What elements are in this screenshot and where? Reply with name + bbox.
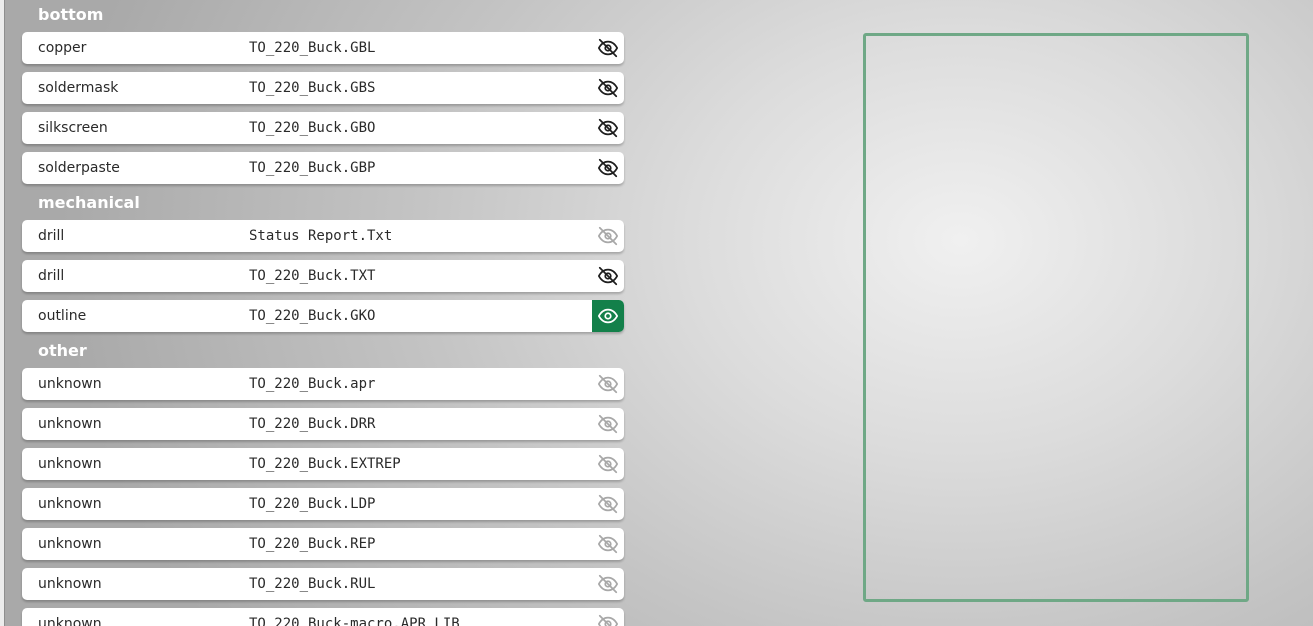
layer-row[interactable]: drill TO_220_Buck.TXT — [22, 260, 624, 292]
eye-slash-icon — [597, 413, 619, 435]
board-outline-render — [863, 33, 1249, 602]
layer-list: bottom copper TO_220_Buck.GBL soldermask… — [22, 0, 624, 626]
layer-type: copper — [38, 40, 87, 56]
layer-row[interactable]: drill Status Report.Txt — [22, 220, 624, 252]
layer-filename: TO_220_Buck.LDP — [249, 496, 376, 512]
layer-type: outline — [38, 308, 87, 324]
layer-filename: TO_220_Buck.RUL — [249, 576, 376, 592]
visibility-toggle[interactable] — [592, 72, 624, 104]
layer-type: unknown — [38, 376, 102, 392]
visibility-toggle[interactable] — [592, 152, 624, 184]
layer-filename: TO_220_Buck.GBS — [249, 80, 376, 96]
visibility-toggle[interactable] — [592, 368, 624, 400]
eye-slash-icon — [597, 533, 619, 555]
layer-row[interactable]: unknown TO_220_Buck.DRR — [22, 408, 624, 440]
layer-filename: Status Report.Txt — [249, 228, 393, 244]
visibility-toggle[interactable] — [592, 260, 624, 292]
visibility-toggle[interactable] — [592, 300, 624, 332]
visibility-toggle[interactable] — [592, 408, 624, 440]
eye-slash-icon — [597, 117, 619, 139]
window-left-edge — [0, 0, 5, 626]
eye-slash-icon — [597, 225, 619, 247]
eye-slash-icon — [597, 613, 619, 626]
layer-type: silkscreen — [38, 120, 108, 136]
layer-row[interactable]: unknown TO_220_Buck.EXTREP — [22, 448, 624, 480]
visibility-toggle[interactable] — [592, 488, 624, 520]
eye-slash-icon — [597, 373, 619, 395]
layer-row[interactable]: unknown TO_220_Buck.LDP — [22, 488, 624, 520]
layer-filename: TO_220_Buck-macro.APR_LIB — [249, 616, 460, 626]
layer-type: drill — [38, 268, 65, 284]
layer-filename: TO_220_Buck.apr — [249, 376, 376, 392]
layer-filename: TO_220_Buck.TXT — [249, 268, 376, 284]
layer-row[interactable]: solderpaste TO_220_Buck.GBP — [22, 152, 624, 184]
visibility-toggle[interactable] — [592, 568, 624, 600]
layer-row[interactable]: outline TO_220_Buck.GKO — [22, 300, 624, 332]
layer-row[interactable]: soldermask TO_220_Buck.GBS — [22, 72, 624, 104]
group-header-mechanical: mechanical — [38, 193, 140, 212]
layer-type: unknown — [38, 576, 102, 592]
layer-type: soldermask — [38, 80, 119, 96]
layer-filename: TO_220_Buck.EXTREP — [249, 456, 401, 472]
layer-row[interactable]: unknown TO_220_Buck-macro.APR_LIB — [22, 608, 624, 626]
group-header-other: other — [38, 341, 87, 360]
layer-row[interactable]: unknown TO_220_Buck.REP — [22, 528, 624, 560]
eye-slash-icon — [597, 37, 619, 59]
eye-slash-icon — [597, 77, 619, 99]
layer-row[interactable]: copper TO_220_Buck.GBL — [22, 32, 624, 64]
layer-filename: TO_220_Buck.GBL — [249, 40, 376, 56]
eye-slash-icon — [597, 453, 619, 475]
eye-slash-icon — [597, 573, 619, 595]
visibility-toggle[interactable] — [592, 528, 624, 560]
layer-type: unknown — [38, 456, 102, 472]
layer-type: unknown — [38, 616, 102, 626]
layer-row[interactable]: silkscreen TO_220_Buck.GBO — [22, 112, 624, 144]
visibility-toggle[interactable] — [592, 448, 624, 480]
layer-row[interactable]: unknown TO_220_Buck.apr — [22, 368, 624, 400]
layer-filename: TO_220_Buck.DRR — [249, 416, 376, 432]
eye-slash-icon — [597, 157, 619, 179]
visibility-toggle[interactable] — [592, 220, 624, 252]
layer-filename: TO_220_Buck.REP — [249, 536, 376, 552]
layer-row[interactable]: unknown TO_220_Buck.RUL — [22, 568, 624, 600]
group-header-bottom: bottom — [38, 5, 104, 24]
eye-icon — [597, 305, 619, 327]
layer-type: unknown — [38, 536, 102, 552]
visibility-toggle[interactable] — [592, 32, 624, 64]
visibility-toggle[interactable] — [592, 608, 624, 626]
visibility-toggle[interactable] — [592, 112, 624, 144]
layer-filename: TO_220_Buck.GBO — [249, 120, 376, 136]
layer-type: unknown — [38, 496, 102, 512]
eye-slash-icon — [597, 493, 619, 515]
layer-type: drill — [38, 228, 65, 244]
layer-type: solderpaste — [38, 160, 120, 176]
eye-slash-icon — [597, 265, 619, 287]
layer-filename: TO_220_Buck.GKO — [249, 308, 376, 324]
layer-filename: TO_220_Buck.GBP — [249, 160, 376, 176]
layer-type: unknown — [38, 416, 102, 432]
